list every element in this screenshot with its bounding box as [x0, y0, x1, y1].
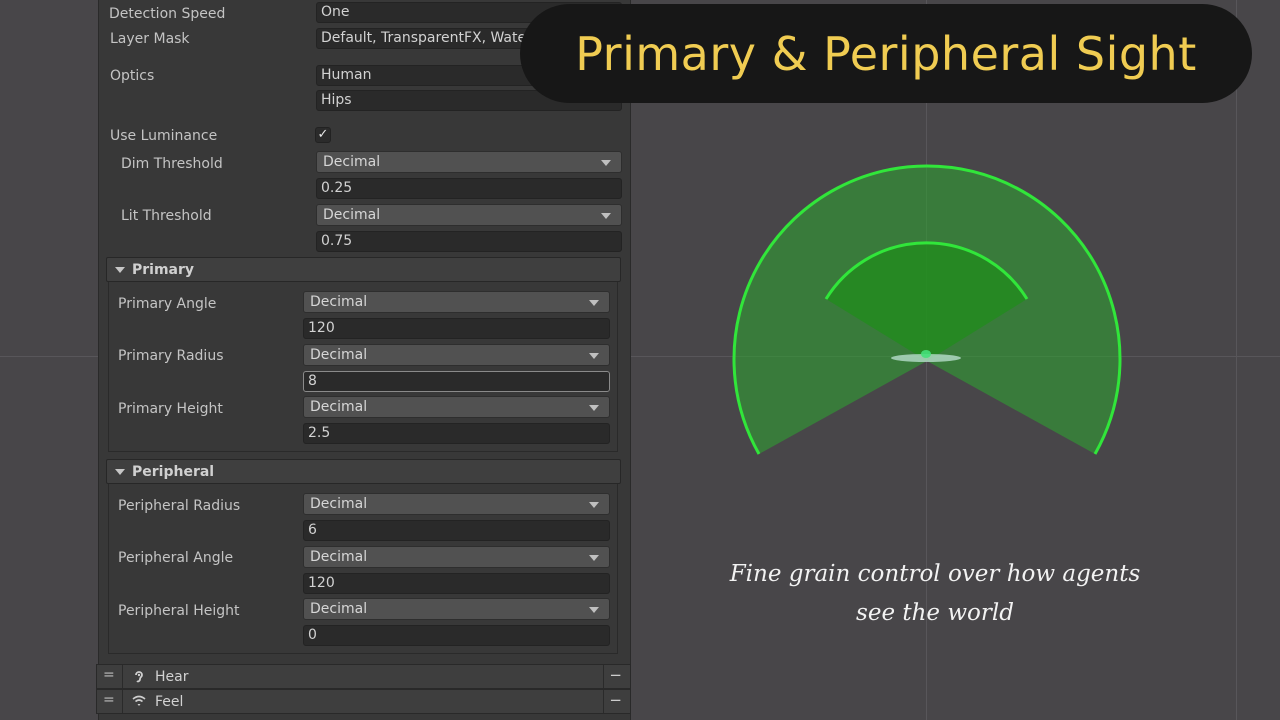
lit-threshold-label: Lit Threshold — [121, 208, 212, 224]
peripheral-radius-mode-dropdown[interactable]: Decimal — [303, 493, 610, 515]
drag-handle-icon[interactable]: = — [103, 667, 115, 683]
dropdown-value: Decimal — [310, 399, 368, 415]
chevron-down-icon — [601, 213, 611, 219]
component-row-feel[interactable]: = Feel − — [96, 689, 631, 714]
dropdown-value: Decimal — [310, 294, 368, 310]
chevron-down-icon — [589, 300, 599, 306]
peripheral-height-field[interactable]: 0 — [303, 625, 610, 646]
dropdown-value: Decimal — [323, 207, 381, 223]
primary-height-mode-dropdown[interactable]: Decimal — [303, 396, 610, 418]
primary-radius-label: Primary Radius — [118, 348, 224, 364]
divider — [122, 690, 123, 713]
chevron-down-icon — [601, 160, 611, 166]
dim-threshold-label: Dim Threshold — [121, 156, 223, 172]
dropdown-value: Decimal — [310, 549, 368, 565]
peripheral-section-header[interactable]: Peripheral — [106, 459, 621, 484]
use-luminance-checkbox[interactable]: ✓ — [315, 127, 331, 143]
component-name: Hear — [155, 669, 189, 685]
dropdown-value: Decimal — [310, 347, 368, 363]
dropdown-value: Decimal — [323, 154, 381, 170]
peripheral-angle-label: Peripheral Angle — [118, 550, 234, 566]
use-luminance-label: Use Luminance — [110, 128, 218, 144]
foldout-arrow-icon — [115, 469, 125, 475]
primary-section-title: Primary — [132, 262, 195, 278]
remove-component-button[interactable]: − — [609, 691, 622, 709]
peripheral-section-title: Peripheral — [132, 464, 215, 480]
layer-mask-label: Layer Mask — [110, 31, 190, 47]
chevron-down-icon — [589, 405, 599, 411]
caption: Fine grain control over how agents see t… — [680, 555, 1190, 633]
primary-radius-field[interactable]: 8 — [303, 371, 610, 392]
lit-threshold-field[interactable]: 0.75 — [316, 231, 622, 252]
peripheral-radius-label: Peripheral Radius — [118, 498, 241, 514]
chevron-down-icon — [589, 607, 599, 613]
component-row-hear[interactable]: = Hear − — [96, 664, 631, 689]
drag-handle-icon[interactable]: = — [103, 692, 115, 708]
component-name: Feel — [155, 694, 184, 710]
primary-radius-mode-dropdown[interactable]: Decimal — [303, 344, 610, 366]
primary-angle-field[interactable]: 120 — [303, 318, 610, 339]
dropdown-value: Decimal — [310, 496, 368, 512]
primary-height-label: Primary Height — [118, 401, 223, 417]
remove-component-button[interactable]: − — [609, 666, 622, 684]
divider — [603, 690, 604, 713]
peripheral-height-label: Peripheral Height — [118, 603, 240, 619]
peripheral-height-mode-dropdown[interactable]: Decimal — [303, 598, 610, 620]
peripheral-angle-field[interactable]: 120 — [303, 573, 610, 594]
chevron-down-icon — [589, 353, 599, 359]
caption-line: see the world — [856, 600, 1014, 626]
chevron-down-icon — [589, 555, 599, 561]
title-banner: Primary & Peripheral Sight — [520, 4, 1252, 103]
foldout-arrow-icon — [115, 267, 125, 273]
dim-threshold-field[interactable]: 0.25 — [316, 178, 622, 199]
banner-title: Primary & Peripheral Sight — [575, 27, 1197, 81]
dim-threshold-mode-dropdown[interactable]: Decimal — [316, 151, 622, 173]
divider — [122, 665, 123, 688]
primary-angle-mode-dropdown[interactable]: Decimal — [303, 291, 610, 313]
dropdown-value: Decimal — [310, 601, 368, 617]
peripheral-angle-mode-dropdown[interactable]: Decimal — [303, 546, 610, 568]
wifi-feel-icon — [132, 695, 146, 706]
optics-label: Optics — [110, 68, 155, 84]
divider — [603, 665, 604, 688]
ear-icon — [135, 671, 143, 683]
peripheral-radius-field[interactable]: 6 — [303, 520, 610, 541]
caption-line: Fine grain control over how agents — [729, 561, 1141, 587]
chevron-down-icon — [589, 502, 599, 508]
detection-speed-label: Detection Speed — [109, 6, 226, 22]
primary-height-field[interactable]: 2.5 — [303, 423, 610, 444]
lit-threshold-mode-dropdown[interactable]: Decimal — [316, 204, 622, 226]
primary-section-header[interactable]: Primary — [106, 257, 621, 282]
primary-angle-label: Primary Angle — [118, 296, 217, 312]
